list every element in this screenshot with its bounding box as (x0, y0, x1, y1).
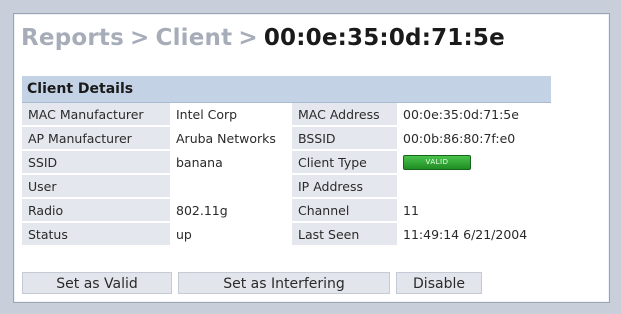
status-value: up (170, 222, 292, 247)
breadcrumb-separator: > (130, 25, 150, 51)
ip-address-value (397, 174, 551, 199)
breadcrumb-reports[interactable]: Reports (21, 25, 124, 51)
radio-label: Radio (22, 198, 170, 223)
breadcrumb-client[interactable]: Client (156, 25, 233, 51)
valid-status-badge: VALID (403, 155, 471, 170)
radio-value: 802.11g (170, 198, 292, 223)
table-row: User IP Address (22, 174, 551, 199)
client-type-value: VALID (397, 150, 551, 175)
table-row: AP Manufacturer Aruba Networks BSSID 00:… (22, 126, 551, 151)
disable-button[interactable]: Disable (396, 272, 482, 294)
ap-manufacturer-label: AP Manufacturer (22, 126, 170, 151)
bssid-label: BSSID (292, 126, 397, 151)
action-bar: Set as Valid Set as Interfering Disable (22, 272, 551, 296)
bssid-value: 00:0b:86:80:7f:e0 (397, 126, 551, 151)
user-value (170, 174, 292, 199)
ssid-label: SSID (22, 150, 170, 175)
channel-value: 11 (397, 198, 551, 223)
client-details-section: Client Details MAC Manufacturer Intel Co… (22, 76, 551, 247)
client-details-header: Client Details (22, 76, 551, 103)
breadcrumb: Reports > Client >00:0e:35:0d:71:5e (21, 25, 505, 51)
user-label: User (22, 174, 170, 199)
client-type-label: Client Type (292, 150, 397, 175)
mac-manufacturer-label: MAC Manufacturer (22, 103, 170, 127)
set-as-valid-button[interactable]: Set as Valid (22, 272, 172, 294)
table-row: SSID banana Client Type VALID (22, 150, 551, 175)
mac-manufacturer-value: Intel Corp (170, 103, 292, 127)
client-details-table: MAC Manufacturer Intel Corp MAC Address … (22, 103, 551, 247)
table-row: Status up Last Seen 11:49:14 6/21/2004 (22, 222, 551, 247)
table-row: Radio 802.11g Channel 11 (22, 198, 551, 223)
page-title: 00:0e:35:0d:71:5e (263, 25, 505, 51)
ap-manufacturer-value: Aruba Networks (170, 126, 292, 151)
channel-label: Channel (292, 198, 397, 223)
status-label: Status (22, 222, 170, 247)
last-seen-value: 11:49:14 6/21/2004 (397, 222, 551, 247)
mac-address-value: 00:0e:35:0d:71:5e (397, 103, 551, 127)
breadcrumb-separator: > (238, 25, 258, 51)
table-row: MAC Manufacturer Intel Corp MAC Address … (22, 103, 551, 127)
set-as-interfering-button[interactable]: Set as Interfering (178, 272, 390, 294)
last-seen-label: Last Seen (292, 222, 397, 247)
mac-address-label: MAC Address (292, 103, 397, 127)
ip-address-label: IP Address (292, 174, 397, 199)
ssid-value: banana (170, 150, 292, 175)
